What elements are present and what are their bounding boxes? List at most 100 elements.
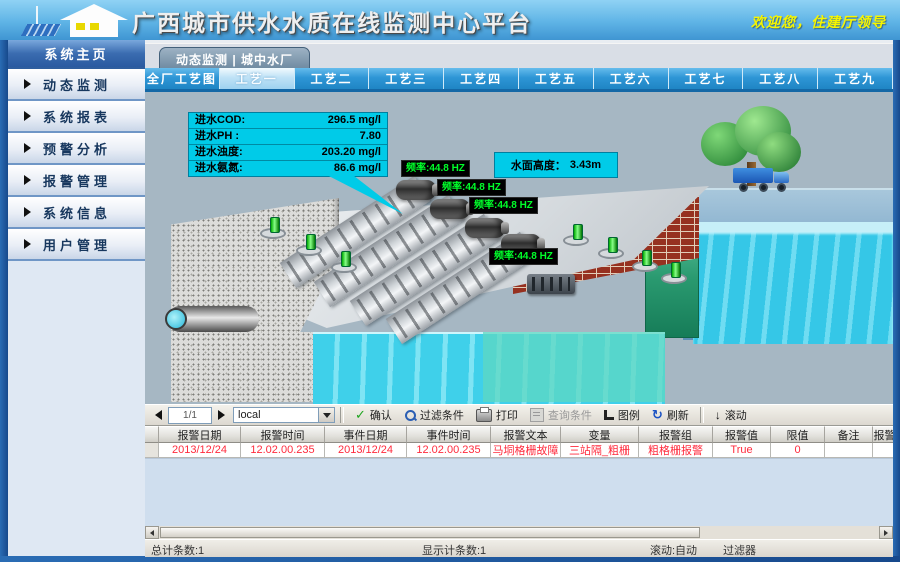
page-next-button[interactable] — [218, 410, 225, 420]
valve-hatch — [563, 235, 589, 246]
arrow-right-icon — [24, 143, 31, 153]
col-alarm-time[interactable]: 报警时间 — [241, 426, 325, 443]
refresh-button[interactable]: ↻ 刷新 — [652, 407, 689, 423]
tab-process-7[interactable]: 工艺七 — [669, 68, 744, 89]
tab-process-4[interactable]: 工艺四 — [444, 68, 519, 89]
scrollbar-thumb[interactable] — [160, 527, 700, 538]
cell-variable: 三站隔_粗栅 — [561, 443, 639, 458]
breadcrumb-row: 动态监测 | 城中水厂 — [145, 43, 893, 69]
toolbar-separator — [700, 407, 704, 423]
sidebar-item-warning-analysis[interactable]: 预警分析 — [8, 133, 145, 165]
col-event-time[interactable]: 事件时间 — [407, 426, 491, 443]
legend-button[interactable]: 图例 — [604, 407, 640, 423]
col-limit[interactable]: 限值 — [771, 426, 825, 443]
sidebar-item-user-manage[interactable]: 用户管理 — [8, 229, 145, 261]
horizontal-scrollbar[interactable] — [145, 526, 893, 539]
row-selector[interactable] — [145, 443, 159, 458]
status-filter: 过滤器 — [723, 542, 756, 558]
screen-motor-2[interactable] — [430, 199, 470, 219]
page-indicator: 1/1 — [168, 407, 212, 424]
col-event-date[interactable]: 事件日期 — [325, 426, 407, 443]
scroll-left-button[interactable] — [145, 526, 159, 539]
cell-alarm-cut — [873, 443, 893, 458]
left-border-strip — [0, 40, 8, 562]
screen-motor-3[interactable] — [465, 218, 505, 238]
tab-process-9[interactable]: 工艺九 — [818, 68, 893, 89]
screen-motor-1[interactable] — [396, 180, 436, 200]
alarm-statusbar: 总计条数:1 显示计条数:1 滚动:自动 过滤器 — [145, 539, 893, 557]
server-select[interactable]: local — [233, 407, 335, 423]
cell-event-time: 12.02.00.235 — [407, 443, 491, 458]
right-border-strip — [893, 40, 900, 562]
tab-process-6[interactable]: 工艺六 — [594, 68, 669, 89]
arrow-right-icon — [24, 79, 31, 89]
pump-frequency-label-2: 频率:44.8 HZ — [437, 179, 506, 196]
process-tabbar: 全厂工艺图 工艺一 工艺二 工艺三 工艺四 工艺五 工艺六 工艺七 工艺八 工艺… — [145, 68, 893, 92]
alarm-toolbar: 1/1 local ✓ 确认 过滤条件 打印 查询条件 — [145, 404, 893, 426]
inflow-data-callout: 进水COD:296.5 mg/l 进水PH :7.80 进水浊度:203.20 … — [188, 112, 388, 177]
chevron-down-icon[interactable] — [318, 408, 334, 422]
app-header: 广西城市供水水质在线监测中心平台 欢迎您，住建厅领导 — [0, 0, 900, 40]
water-level-label: 水面高度： 3.43m — [494, 152, 618, 178]
sidebar-item-system-report[interactable]: 系统报表 — [8, 101, 145, 133]
confirm-button[interactable]: ✓ 确认 — [355, 407, 392, 423]
sidebar-item-dynamic-monitor[interactable]: 动态监测 — [8, 69, 145, 101]
arrow-right-icon — [24, 175, 31, 185]
tab-plant-overview[interactable]: 全厂工艺图 — [145, 68, 220, 89]
cell-alarm-group: 粗格栅报警 — [639, 443, 713, 458]
status-scroll-mode: 滚动:自动 — [650, 542, 697, 558]
main-content: 动态监测 | 城中水厂 全厂工艺图 工艺一 工艺二 工艺三 工艺四 工艺五 工艺… — [145, 40, 893, 556]
channel-water-green — [483, 332, 665, 402]
pump-frequency-label-3: 频率:44.8 HZ — [469, 197, 538, 214]
col-alarm-date[interactable]: 报警日期 — [159, 426, 241, 443]
magnifier-icon — [404, 409, 416, 421]
col-alarm-value[interactable]: 报警值 — [713, 426, 771, 443]
col-alarm-cut[interactable]: 报警 — [873, 426, 893, 443]
cell-alarm-text: 马垌格栅故障 — [491, 443, 561, 458]
inlet-pipe — [167, 306, 259, 332]
col-alarm-group[interactable]: 报警组 — [639, 426, 713, 443]
pipe-opening — [165, 308, 187, 330]
refresh-icon: ↻ — [652, 409, 663, 421]
printer-icon — [476, 409, 492, 422]
status-total-count: 总计条数:1 — [151, 542, 204, 558]
cell-alarm-value: True — [713, 443, 771, 458]
scroll-right-button[interactable] — [879, 526, 893, 539]
inflow-cod-value: 296.5 mg/l — [328, 113, 381, 128]
sidebar-item-alarm-manage[interactable]: 报警管理 — [8, 165, 145, 197]
scroll-button[interactable]: ↓ 滚动 — [715, 407, 747, 423]
row-selector-header — [145, 426, 159, 443]
legend-icon — [604, 410, 614, 420]
alarm-table-empty-area — [145, 458, 893, 527]
inflow-turbidity-value: 203.20 mg/l — [322, 145, 381, 160]
sidebar-item-system-info[interactable]: 系统信息 — [8, 197, 145, 229]
arrow-right-icon — [24, 207, 31, 217]
tab-process-5[interactable]: 工艺五 — [519, 68, 594, 89]
cell-alarm-date: 2013/12/24 — [159, 443, 241, 458]
water-level-value: 3.43m — [570, 159, 601, 171]
alarm-table-row[interactable]: 2013/12/24 12.02.00.235 2013/12/24 12.02… — [145, 443, 893, 458]
welcome-text: 欢迎您，住建厅领导 — [751, 12, 886, 32]
pump-frequency-label-4: 频率:44.8 HZ — [489, 248, 558, 265]
print-button[interactable]: 打印 — [476, 407, 518, 423]
sidebar-home[interactable]: 系统主页 — [8, 40, 145, 69]
filter-conditions-button[interactable]: 过滤条件 — [404, 407, 464, 423]
valve-hatch — [632, 261, 658, 272]
app-window: 广西城市供水水质在线监测中心平台 欢迎您，住建厅领导 系统主页 动态监测 系统报… — [0, 0, 900, 562]
inflow-ph-value: 7.80 — [360, 129, 381, 144]
tab-process-2[interactable]: 工艺二 — [295, 68, 370, 89]
cell-alarm-time: 12.02.00.235 — [241, 443, 325, 458]
tab-process-1[interactable]: 工艺一 — [220, 68, 295, 89]
page-prev-button[interactable] — [155, 410, 162, 420]
col-alarm-text[interactable]: 报警文本 — [491, 426, 561, 443]
breadcrumb[interactable]: 动态监测 | 城中水厂 — [159, 47, 310, 70]
blower-unit — [527, 274, 575, 294]
col-note[interactable]: 备注 — [825, 426, 873, 443]
alarm-table-header: 报警日期 报警时间 事件日期 事件时间 报警文本 变量 报警组 报警值 限值 备… — [145, 426, 893, 443]
col-variable[interactable]: 变量 — [561, 426, 639, 443]
valve-hatch — [661, 273, 687, 284]
valve-hatch — [598, 248, 624, 259]
tab-process-8[interactable]: 工艺八 — [743, 68, 818, 89]
tab-process-3[interactable]: 工艺三 — [369, 68, 444, 89]
query-conditions-button[interactable]: 查询条件 — [530, 407, 592, 423]
